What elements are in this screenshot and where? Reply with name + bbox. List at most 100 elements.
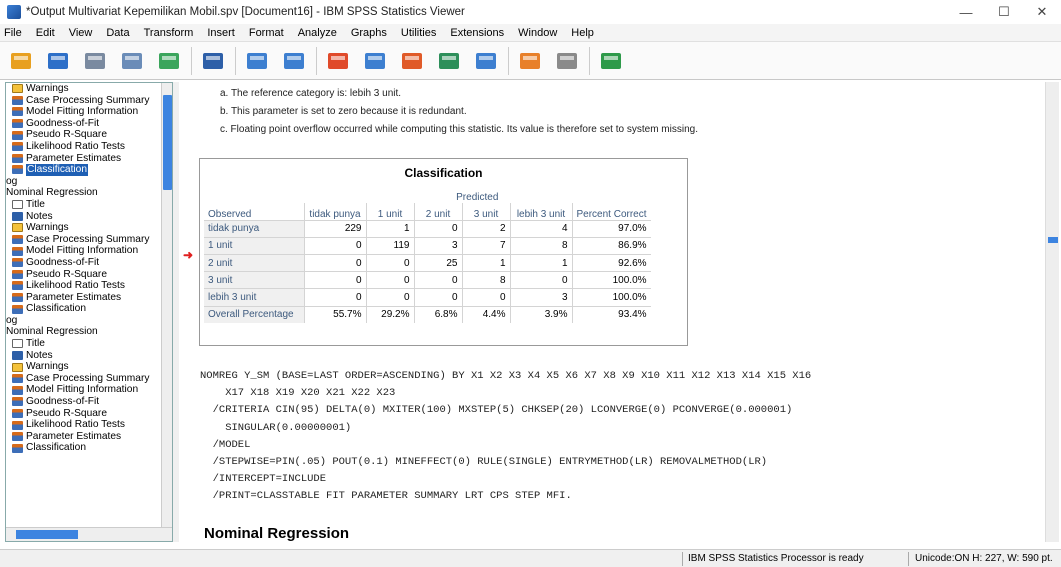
outline-item-label: Parameter Estimates [26,152,122,164]
scroll-thumb[interactable] [163,95,172,190]
warn-icon [12,84,23,94]
maximize-button[interactable]: ☐ [985,0,1023,24]
outline-item-label: Case Processing Summary [26,372,150,384]
outline-item-classification[interactable]: Classification [6,442,161,454]
show-all-icon[interactable] [471,46,501,76]
menu-file[interactable]: File [4,27,22,39]
outline-item-model-fitting-information[interactable]: Model Fitting Information [6,106,161,118]
menu-transform[interactable]: Transform [144,27,194,39]
outline-item-title[interactable]: Title [6,199,161,211]
table-icon [12,269,23,279]
outline-item-warnings[interactable]: Warnings [6,83,161,95]
outline-item-nominal-regression[interactable]: Nominal Regression [6,187,161,199]
column-header: 3 unit [462,203,511,221]
menu-view[interactable]: View [69,27,93,39]
variables-icon[interactable] [434,46,464,76]
outline-item-classification[interactable]: Classification [6,164,161,176]
outline-item-label: Pseudo R-Square [26,268,107,280]
table-cell: 7 [462,236,511,255]
undo-icon[interactable] [242,46,272,76]
outline-item-parameter-estimates[interactable]: Parameter Estimates [6,292,161,304]
menu-edit[interactable]: Edit [36,27,55,39]
table-cell: 0 [414,271,463,289]
outline-item-goodness-of-fit[interactable]: Goodness-of-Fit [6,257,161,269]
menu-format[interactable]: Format [249,27,284,39]
table-cell: 0 [304,288,367,307]
outline-item-og[interactable]: og [6,176,161,188]
outline-item-likelihood-ratio-tests[interactable]: Likelihood Ratio Tests [6,419,161,431]
goto-variable-icon[interactable] [360,46,390,76]
menu-utilities[interactable]: Utilities [401,27,436,39]
outline-item-notes[interactable]: Notes [6,350,161,362]
warn-icon [12,223,23,233]
outline-item-goodness-of-fit[interactable]: Goodness-of-Fit [6,396,161,408]
outline-item-pseudo-r-square[interactable]: Pseudo R-Square [6,129,161,141]
redo-icon[interactable] [279,46,309,76]
outline-item-likelihood-ratio-tests[interactable]: Likelihood Ratio Tests [6,141,161,153]
export-icon[interactable] [154,46,184,76]
contents-vertical-scrollbar[interactable] [1045,82,1059,542]
processor-status: IBM SPSS Statistics Processor is ready [688,553,864,564]
outline-item-label: Title [26,338,45,350]
save-icon[interactable] [43,46,73,76]
outline-item-label: og [6,314,18,326]
spell-check-icon[interactable] [515,46,545,76]
outline-item-notes[interactable]: Notes [6,211,161,223]
classification-table[interactable]: Classification Predicted Observed tidak … [199,158,688,346]
outline-item-og[interactable]: og [6,315,161,327]
outline-item-label: Nominal Regression [6,326,98,338]
outline-item-warnings[interactable]: Warnings [6,222,161,234]
outline-item-case-processing-summary[interactable]: Case Processing Summary [6,95,161,107]
table-cell: 119 [366,236,415,255]
outline-horizontal-scrollbar[interactable] [6,527,172,541]
menu-window[interactable]: Window [518,27,557,39]
menu-data[interactable]: Data [106,27,129,39]
print-preview-icon[interactable] [117,46,147,76]
outline-item-pseudo-r-square[interactable]: Pseudo R-Square [6,269,161,281]
open-icon[interactable] [6,46,36,76]
menu-analyze[interactable]: Analyze [298,27,337,39]
table-cell: 100.0% [572,288,651,307]
table-cell: 1 [366,219,415,238]
outline-item-label: Title [26,198,45,210]
outline-item-warnings[interactable]: Warnings [6,361,161,373]
outline-item-parameter-estimates[interactable]: Parameter Estimates [6,153,161,165]
scroll-thumb[interactable] [1048,237,1058,243]
goto-data-icon[interactable] [198,46,228,76]
menu-insert[interactable]: Insert [207,27,235,39]
outline-item-label: Pseudo R-Square [26,129,107,141]
outline-item-model-fitting-information[interactable]: Model Fitting Information [6,384,161,396]
add-output-icon[interactable] [596,46,626,76]
footnote-c: c. Floating point overflow occurred whil… [220,124,698,135]
outline-item-classification[interactable]: Classification [6,303,161,315]
outline-item-model-fitting-information[interactable]: Model Fitting Information [6,245,161,257]
outline-item-case-processing-summary[interactable]: Case Processing Summary [6,373,161,385]
insert-cases-icon[interactable] [397,46,427,76]
current-item-arrow-icon: ➜ [183,248,194,262]
menu-extensions[interactable]: Extensions [450,27,504,39]
outline-pane[interactable]: Warnings Case Processing Summary Model Fit… [5,82,173,542]
nominal-regression-heading: Nominal Regression [204,525,350,542]
designate-window-icon[interactable] [552,46,582,76]
spss-app-icon [7,5,21,19]
table-row: 2 unit 0 0 25 1 1 92.6% [204,254,651,272]
menu-help[interactable]: Help [571,27,594,39]
outline-item-parameter-estimates[interactable]: Parameter Estimates [6,431,161,443]
menu-graphs[interactable]: Graphs [351,27,387,39]
scroll-thumb[interactable] [16,530,78,539]
outline-item-label: Classification [26,442,87,454]
table-icon [12,165,23,175]
outline-item-nominal-regression[interactable]: Nominal Regression [6,326,161,338]
goto-case-icon[interactable] [323,46,353,76]
outline-item-goodness-of-fit[interactable]: Goodness-of-Fit [6,118,161,130]
minimize-button[interactable]: — [947,0,985,24]
outline-item-case-processing-summary[interactable]: Case Processing Summary [6,234,161,246]
close-button[interactable]: ✕ [1023,0,1061,24]
table-cell: 0 [366,288,415,307]
predicted-header: Predicted [456,192,499,203]
print-icon[interactable] [80,46,110,76]
outline-item-likelihood-ratio-tests[interactable]: Likelihood Ratio Tests [6,280,161,292]
outline-vertical-scrollbar[interactable] [161,83,172,527]
outline-item-title[interactable]: Title [6,338,161,350]
outline-item-pseudo-r-square[interactable]: Pseudo R-Square [6,408,161,420]
